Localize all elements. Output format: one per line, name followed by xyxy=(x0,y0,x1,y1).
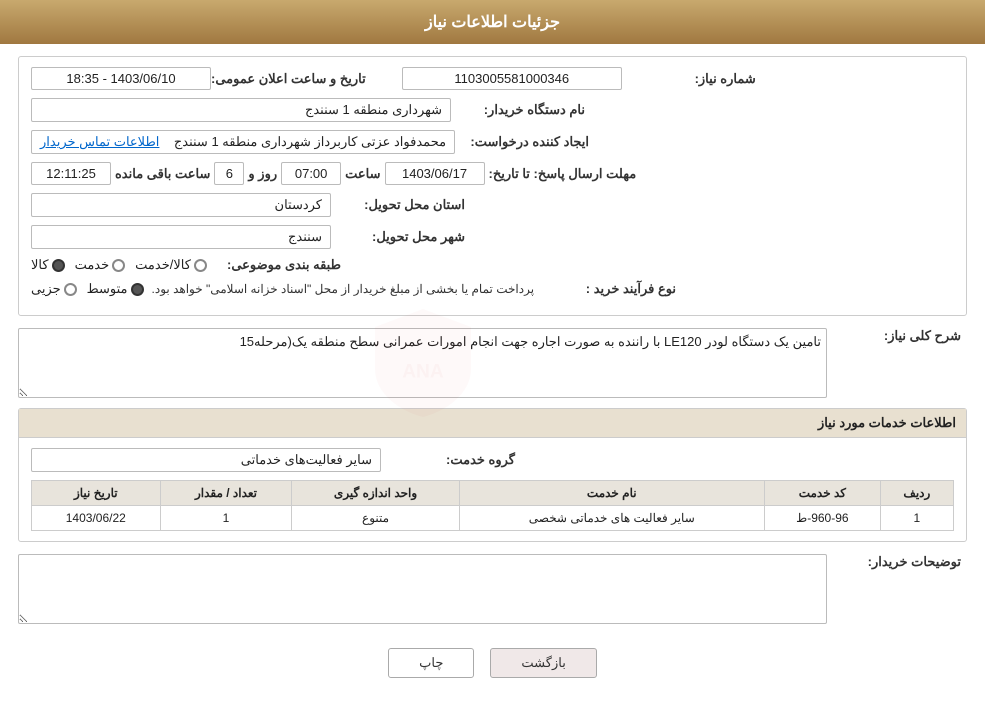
cell-row: 1 xyxy=(880,506,953,531)
main-info-section: شماره نیاز: 1103005581000346 تاریخ و ساع… xyxy=(18,56,967,316)
process-medium: متوسط xyxy=(87,281,144,297)
requester-text: محمدفواد عزتی کاربرداز شهرداری منطقه 1 س… xyxy=(174,134,446,149)
province-label: استان محل تحویل: xyxy=(331,197,471,213)
deadline-time: 07:00 xyxy=(281,162,341,185)
services-body: گروه خدمت: سایر فعالیت‌های خدماتی ردیف ک… xyxy=(19,438,966,541)
main-info-body: شماره نیاز: 1103005581000346 تاریخ و ساع… xyxy=(19,57,966,315)
service-group-value: سایر فعالیت‌های خدماتی xyxy=(31,448,381,472)
deadline-remaining-label: ساعت باقی مانده xyxy=(115,166,210,182)
services-table: ردیف کد خدمت نام خدمت واحد اندازه گیری ت… xyxy=(31,480,954,531)
process-label: نوع فرآیند خرید : xyxy=(542,281,682,297)
button-area: بازگشت چاپ xyxy=(18,634,967,696)
cell-qty: 1 xyxy=(160,506,292,531)
category-khidmat-label: خدمت xyxy=(75,257,110,273)
col-qty: تعداد / مقدار xyxy=(160,481,292,506)
province-value: کردستان xyxy=(31,193,331,217)
buyer-notes-textarea[interactable] xyxy=(18,554,827,624)
col-date: تاریخ نیاز xyxy=(32,481,161,506)
category-kala-label: کالا xyxy=(31,257,49,273)
process-note: پرداخت تمام یا بخشی از مبلغ خریدار از مح… xyxy=(152,282,535,296)
cell-unit: متنوع xyxy=(292,506,459,531)
announcement-label: تاریخ و ساعت اعلان عمومی: xyxy=(211,71,372,87)
category-kala: کالا xyxy=(31,257,65,273)
service-group-label: گروه خدمت: xyxy=(381,452,521,468)
services-title: اطلاعات خدمات مورد نیاز xyxy=(19,409,966,438)
deadline-days: 6 xyxy=(214,162,244,185)
deadline-day-label: روز و xyxy=(248,166,277,182)
buyer-notes-row: توضیحات خریدار: xyxy=(18,554,967,624)
need-number-label: شماره نیاز: xyxy=(622,71,762,87)
table-row: 1 960-96-ط سایر فعالیت های خدماتی شخصی م… xyxy=(32,506,954,531)
process-options: متوسط جزیی xyxy=(31,281,144,297)
deadline-row: مهلت ارسال پاسخ: تا تاریخ: 1403/06/17 سا… xyxy=(31,162,954,185)
buyer-org-row: نام دستگاه خریدار: شهرداری منطقه 1 سنندج xyxy=(31,98,954,122)
category-khidmat-radio xyxy=(112,259,125,272)
buyer-org-label: نام دستگاه خریدار: xyxy=(451,102,591,118)
col-row: ردیف xyxy=(880,481,953,506)
print-button[interactable]: چاپ xyxy=(388,648,474,678)
category-label: طبقه بندی موضوعی: xyxy=(207,257,347,273)
process-small-label: جزیی xyxy=(31,281,61,297)
process-medium-label: متوسط xyxy=(87,281,128,297)
page-wrapper: جزئیات اطلاعات نیاز شماره نیاز: 11030055… xyxy=(0,0,985,708)
buyer-notes-label: توضیحات خریدار: xyxy=(827,554,967,570)
watermark-logo: ANA xyxy=(363,303,483,423)
back-button[interactable]: بازگشت xyxy=(490,648,596,678)
col-code: کد خدمت xyxy=(764,481,880,506)
category-options: کالا/خدمت خدمت کالا xyxy=(31,257,207,273)
cell-date: 1403/06/22 xyxy=(32,506,161,531)
cell-name: سایر فعالیت های خدماتی شخصی xyxy=(459,506,764,531)
requester-row: ایجاد کننده درخواست: محمدفواد عزتی کاربر… xyxy=(31,130,954,154)
deadline-date: 1403/06/17 xyxy=(385,162,485,185)
services-section: اطلاعات خدمات مورد نیاز گروه خدمت: سایر … xyxy=(18,408,967,542)
buyer-org-value: شهرداری منطقه 1 سنندج xyxy=(31,98,451,122)
cell-code: 960-96-ط xyxy=(764,506,880,531)
process-small-radio xyxy=(64,283,77,296)
process-small: جزیی xyxy=(31,281,77,297)
description-label: شرح کلی نیاز: xyxy=(827,328,967,344)
announcement-value: 1403/06/10 - 18:35 xyxy=(31,67,211,90)
city-label: شهر محل تحویل: xyxy=(331,229,471,245)
col-unit: واحد اندازه گیری xyxy=(292,481,459,506)
content-area: شماره نیاز: 1103005581000346 تاریخ و ساع… xyxy=(0,44,985,708)
city-row: شهر محل تحویل: سنندج xyxy=(31,225,954,249)
category-row: طبقه بندی موضوعی: کالا/خدمت خدمت کالا xyxy=(31,257,954,273)
description-row: شرح کلی نیاز: ANA xyxy=(18,328,967,398)
process-medium-radio xyxy=(131,283,144,296)
svg-text:ANA: ANA xyxy=(402,361,444,382)
category-kala-radio xyxy=(52,259,65,272)
need-number-value: 1103005581000346 xyxy=(402,67,622,90)
announcement-row: شماره نیاز: 1103005581000346 تاریخ و ساع… xyxy=(31,67,954,90)
process-group: پرداخت تمام یا بخشی از مبلغ خریدار از مح… xyxy=(31,281,542,297)
deadline-time-label: ساعت xyxy=(345,166,380,182)
deadline-label: مهلت ارسال پاسخ: تا تاریخ: xyxy=(489,166,643,182)
service-group-row: گروه خدمت: سایر فعالیت‌های خدماتی xyxy=(31,448,954,472)
process-row: نوع فرآیند خرید : پرداخت تمام یا بخشی از… xyxy=(31,281,954,297)
category-khidmat: خدمت xyxy=(75,257,126,273)
requester-value: محمدفواد عزتی کاربرداز شهرداری منطقه 1 س… xyxy=(31,130,455,154)
requester-contact-link[interactable]: اطلاعات تماس خریدار xyxy=(40,134,159,149)
page-title: جزئیات اطلاعات نیاز xyxy=(0,0,985,44)
category-kala-khidmat: کالا/خدمت xyxy=(135,257,207,273)
col-name: نام خدمت xyxy=(459,481,764,506)
category-kala-khidmat-label: کالا/خدمت xyxy=(135,257,191,273)
province-row: استان محل تحویل: کردستان xyxy=(31,193,954,217)
city-value: سنندج xyxy=(31,225,331,249)
deadline-remaining: 12:11:25 xyxy=(31,162,111,185)
requester-label: ایجاد کننده درخواست: xyxy=(455,134,595,150)
category-kala-khidmat-radio xyxy=(194,259,207,272)
